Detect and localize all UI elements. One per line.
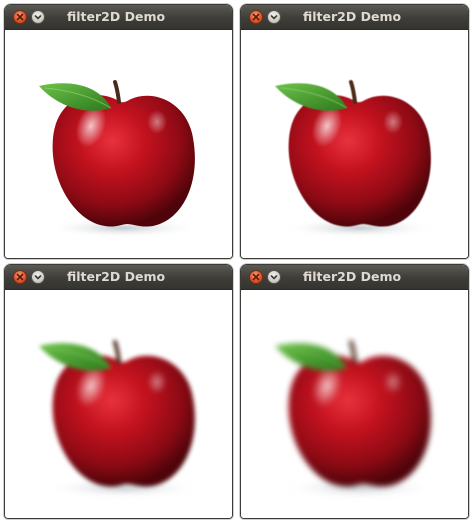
minimize-icon[interactable] [267,10,281,24]
minimize-icon[interactable] [31,270,45,284]
window-bottom-left: filter2D Demo [4,264,233,519]
title-bar[interactable]: filter2D Demo [241,5,468,30]
window-title: filter2D Demo [303,9,402,24]
image-canvas [241,30,468,258]
window-top-left: filter2D Demo [4,4,233,259]
window-top-right: filter2D Demo [240,4,469,259]
apple-image [241,30,468,258]
window-bottom-right: filter2D Demo [240,264,469,519]
apple-image [5,30,232,258]
window-title: filter2D Demo [67,269,166,284]
apple-image [5,290,232,518]
image-canvas [5,290,232,518]
title-bar[interactable]: filter2D Demo [5,265,232,290]
minimize-icon[interactable] [31,10,45,24]
window-title: filter2D Demo [67,9,166,24]
close-icon[interactable] [249,10,263,24]
image-canvas [5,30,232,258]
close-icon[interactable] [13,270,27,284]
apple-image [241,290,468,518]
close-icon[interactable] [13,10,27,24]
window-title: filter2D Demo [303,269,402,284]
title-bar[interactable]: filter2D Demo [241,265,468,290]
image-canvas [241,290,468,518]
title-bar[interactable]: filter2D Demo [5,5,232,30]
minimize-icon[interactable] [267,270,281,284]
close-icon[interactable] [249,270,263,284]
